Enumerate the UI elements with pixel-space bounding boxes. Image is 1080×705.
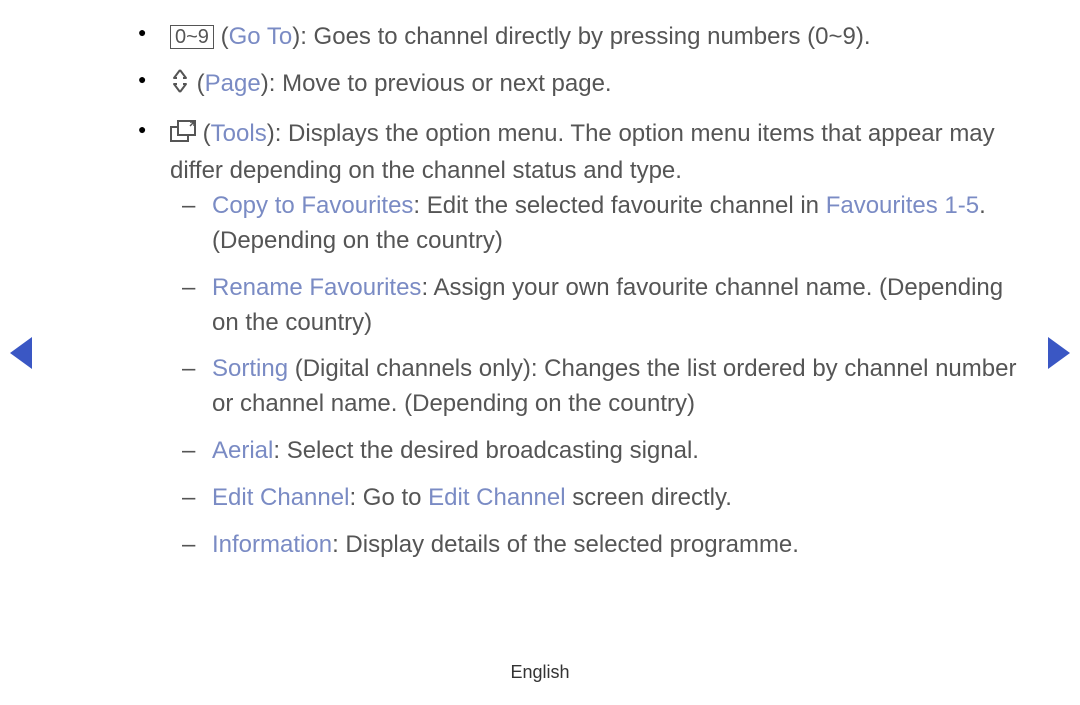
- desc: : Move to previous or next page.: [269, 70, 612, 97]
- sub-blue2: Edit Channel: [428, 484, 565, 511]
- text: (: [221, 23, 229, 50]
- text: ): [267, 120, 275, 147]
- sub-item-copy: Copy to Favourites: Edit the selected fa…: [212, 189, 1020, 259]
- sub-label: Aerial: [212, 437, 273, 464]
- text: screen directly.: [566, 484, 732, 511]
- boxed-0-9: 0~9: [170, 25, 214, 49]
- sub-label: Information: [212, 531, 332, 558]
- desc: : Goes to channel directly by pressing n…: [300, 23, 870, 50]
- text: (Digital channels only): Changes the lis…: [212, 355, 1016, 417]
- list-item-tools: (Tools): Displays the option menu. The o…: [170, 117, 1020, 563]
- text: : Edit the selected favourite channel in: [413, 192, 825, 219]
- page-up-down-icon: [170, 68, 190, 105]
- sub-item-aerial: Aerial: Select the desired broadcasting …: [212, 434, 1020, 469]
- sub-item-sorting: Sorting (Digital channels only): Changes…: [212, 352, 1020, 422]
- sub-item-editchannel: Edit Channel: Go to Edit Channel screen …: [212, 481, 1020, 516]
- text: ): [261, 70, 269, 97]
- label-page: Page: [205, 70, 261, 97]
- text: : Display details of the selected progra…: [332, 531, 799, 558]
- tools-icon: [170, 120, 196, 155]
- text: : Select the desired broadcasting signal…: [273, 437, 699, 464]
- nav-prev-arrow[interactable]: [8, 335, 34, 378]
- text: (: [197, 70, 205, 97]
- label-goto: Go To: [229, 23, 293, 50]
- sub-label: Rename Favourites: [212, 274, 421, 301]
- desc: : Displays the option menu. The option m…: [170, 120, 995, 185]
- sub-label: Sorting: [212, 355, 288, 382]
- sub-item-rename: Rename Favourites: Assign your own favou…: [212, 271, 1020, 341]
- text: : Go to: [349, 484, 428, 511]
- sub-label: Copy to Favourites: [212, 192, 413, 219]
- sub-blue2: Favourites 1-5: [826, 192, 979, 219]
- label-tools: Tools: [211, 120, 267, 147]
- footer-language: English: [0, 662, 1080, 683]
- text: (: [203, 120, 211, 147]
- list-item-page: (Page): Move to previous or next page.: [170, 67, 1020, 105]
- list-item-goto: 0~9 (Go To): Goes to channel directly by…: [170, 20, 1020, 55]
- nav-next-arrow[interactable]: [1046, 335, 1072, 378]
- sub-item-information: Information: Display details of the sele…: [212, 528, 1020, 563]
- sub-label: Edit Channel: [212, 484, 349, 511]
